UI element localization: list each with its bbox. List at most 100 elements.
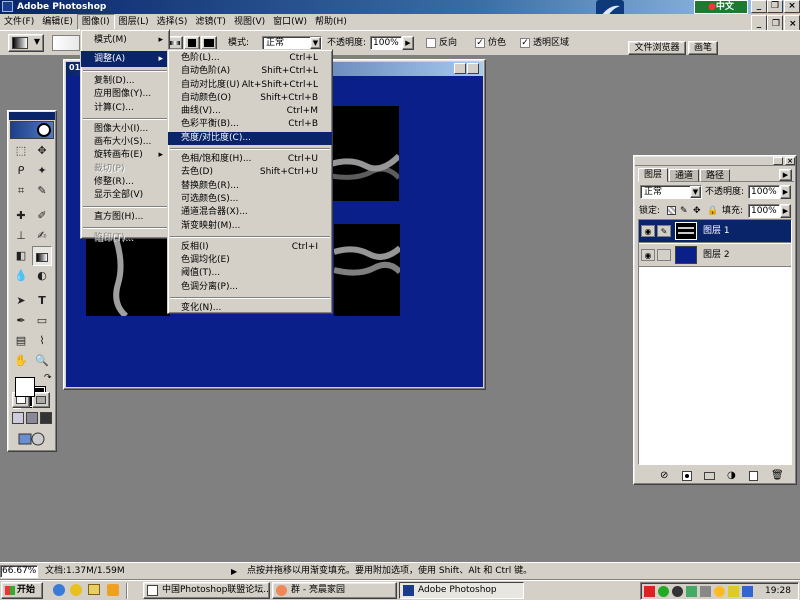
layer-opacity-slider-button[interactable]: ▶ — [780, 185, 791, 199]
gradient-style-angle-button[interactable] — [201, 36, 217, 50]
lock-pixels-icon[interactable]: ✎ — [680, 205, 688, 217]
mode-select[interactable]: 正常 ▼ — [262, 36, 322, 50]
layers-panel-title-bar[interactable]: × — [635, 157, 795, 166]
screen-mode-full-icon[interactable] — [40, 412, 52, 424]
adjust-color-balance[interactable]: 色彩平衡(B)... Ctrl+B — [168, 118, 332, 131]
zoom-tool-icon[interactable]: 🔍 — [32, 351, 52, 371]
new-layer-icon[interactable] — [749, 471, 758, 481]
doc-restore-button[interactable]: ❐ — [767, 15, 783, 31]
image-menu-reveal-all[interactable]: 显示全部(V) — [81, 189, 169, 202]
dither-option[interactable]: ✓ 仿色 — [475, 34, 506, 52]
move-tool-icon[interactable]: ✥ — [32, 141, 52, 161]
quicklaunch-qq-icon[interactable] — [70, 584, 82, 596]
task-photoshop[interactable]: Adobe Photoshop — [399, 582, 524, 599]
layer-opacity-input[interactable]: 100% — [748, 185, 780, 199]
layer-mask-icon[interactable] — [682, 471, 692, 481]
adjust-brightness-contrast[interactable]: 亮度/对比度(C)... — [168, 131, 332, 146]
adjust-equalize[interactable]: 色调均化(E) — [168, 254, 332, 267]
tray-penguin-icon[interactable] — [672, 586, 683, 597]
transparency-checkbox[interactable]: ✓ — [520, 37, 530, 48]
link-slot[interactable] — [657, 249, 671, 261]
slice-tool-icon[interactable]: ✎ — [32, 181, 52, 201]
quicklaunch-folder-icon[interactable] — [88, 584, 100, 595]
adjust-selective-color[interactable]: 可选颜色(S)... — [168, 193, 332, 206]
tab-file-browser[interactable]: 文件浏览器 — [628, 41, 686, 55]
image-menu-trap[interactable]: 陷印(T)... — [81, 232, 169, 245]
image-menu-mode[interactable]: 模式(M) ▸ — [81, 32, 169, 48]
transparency-option[interactable]: ✓ 透明区域 — [520, 34, 569, 52]
doc-window-maximize-button[interactable] — [467, 63, 479, 74]
zoom-field[interactable]: 66.67% — [0, 565, 38, 578]
panel-minimize-button[interactable] — [773, 157, 783, 165]
tab-paths[interactable]: 路径 — [700, 169, 730, 182]
doc-window-minimize-button[interactable] — [454, 63, 466, 74]
tray-red-icon[interactable] — [644, 586, 655, 597]
eye-icon[interactable]: ◉ — [641, 249, 655, 261]
adjust-variations[interactable]: 变化(N)... — [168, 302, 332, 315]
image-menu-adjust[interactable]: 调整(A) ▸ — [81, 51, 169, 67]
screen-mode-standard-icon[interactable] — [12, 412, 24, 424]
menu-window[interactable]: 窗口(W) — [269, 14, 311, 30]
new-set-icon[interactable] — [704, 472, 715, 480]
rectangle-tool-icon[interactable]: ▭ — [32, 311, 52, 331]
menu-filter[interactable]: 滤镜(T) — [191, 14, 230, 30]
healing-brush-tool-icon[interactable]: ✚ — [11, 206, 31, 226]
lasso-tool-icon[interactable]: ᑭ — [11, 161, 31, 181]
pen-tool-icon[interactable]: ✒ — [11, 311, 31, 331]
toolbox-title-bar[interactable] — [9, 112, 55, 120]
clone-stamp-tool-icon[interactable]: ⊥ — [11, 226, 31, 246]
image-menu-canvas-size[interactable]: 画布大小(S)... — [81, 136, 169, 149]
adjust-channel-mixer[interactable]: 通道混合器(X)... — [168, 206, 332, 219]
menu-select[interactable]: 选择(S) — [153, 14, 192, 30]
image-menu-apply-image[interactable]: 应用图像(Y)... — [81, 88, 169, 101]
foreground-color-swatch[interactable] — [15, 377, 35, 397]
adjust-replace-color[interactable]: 替换颜色(R)... — [168, 180, 332, 193]
eye-icon[interactable]: ◉ — [641, 225, 655, 237]
crop-tool-icon[interactable]: ⌗ — [11, 181, 31, 201]
adjust-auto-contrast[interactable]: 自动对比度(U) Alt+Shift+Ctrl+L — [168, 79, 332, 92]
image-menu-image-size[interactable]: 图像大小(I)... — [81, 123, 169, 136]
dither-checkbox[interactable]: ✓ — [475, 37, 485, 48]
minimize-button[interactable]: _ — [751, 0, 767, 13]
gradient-preview[interactable] — [52, 35, 80, 51]
doc-info-menu-icon[interactable]: ▶ — [231, 565, 237, 578]
lock-position-icon[interactable]: ✥ — [693, 205, 701, 217]
blend-mode-select[interactable]: 正常 ▼ — [640, 185, 702, 199]
tool-preset-picker[interactable]: ▼ — [8, 34, 44, 52]
tray-speaker-icon[interactable] — [700, 586, 711, 597]
hand-tool-icon[interactable]: ✋ — [11, 351, 31, 371]
image-menu-trim[interactable]: 修整(R)... — [81, 176, 169, 189]
history-brush-tool-icon[interactable]: ✍ — [32, 226, 52, 246]
tray-green-icon[interactable] — [658, 586, 669, 597]
type-tool-icon[interactable]: T — [32, 291, 52, 311]
image-menu-rotate-canvas[interactable]: 旋转画布(E) ▸ — [81, 149, 169, 162]
magic-wand-tool-icon[interactable]: ✦ — [32, 161, 52, 181]
trash-icon[interactable]: 🗑 — [771, 469, 784, 483]
adjust-gradient-map[interactable]: 渐变映射(M)... — [168, 220, 332, 233]
opacity-slider-button[interactable]: ▶ — [402, 36, 414, 50]
layer-row[interactable]: ◉ 图层 2 — [639, 244, 791, 267]
image-menu-crop[interactable]: 裁切(P) — [81, 163, 169, 176]
notes-tool-icon[interactable]: ▤ — [11, 331, 31, 351]
adjust-invert[interactable]: 反相(I) Ctrl+I — [168, 241, 332, 254]
gradient-style-diamond-button[interactable] — [184, 36, 200, 50]
menu-edit[interactable]: 编辑(E) — [38, 14, 77, 30]
blur-tool-icon[interactable]: 💧 — [11, 266, 31, 286]
adjustment-layer-icon[interactable]: ◑ — [727, 469, 736, 483]
doc-minimize-button[interactable]: _ — [751, 15, 767, 31]
doc-close-button[interactable]: × — [784, 15, 800, 31]
quicklaunch-ie-icon[interactable] — [53, 584, 65, 596]
close-button[interactable]: × — [784, 0, 800, 13]
task-forum[interactable]: 中国Photoshop联盟论坛... — [143, 582, 270, 599]
menu-view[interactable]: 视图(V) — [230, 14, 269, 30]
adobe-online-button[interactable] — [10, 121, 54, 139]
gradient-tool-icon[interactable] — [32, 246, 52, 266]
adjust-auto-levels[interactable]: 自动色阶(A) Shift+Ctrl+L — [168, 65, 332, 78]
fill-slider-button[interactable]: ▶ — [780, 204, 791, 218]
dodge-tool-icon[interactable]: ◐ — [32, 266, 52, 286]
swap-colors-icon[interactable]: ↷ — [44, 373, 52, 383]
image-menu-histogram[interactable]: 直方图(H)... — [81, 211, 169, 224]
tray-blue-icon[interactable] — [742, 586, 753, 597]
layer-style-icon[interactable]: ⊘ — [660, 469, 668, 483]
doc-info[interactable]: 文档:1.37M/1.59M — [45, 565, 125, 578]
